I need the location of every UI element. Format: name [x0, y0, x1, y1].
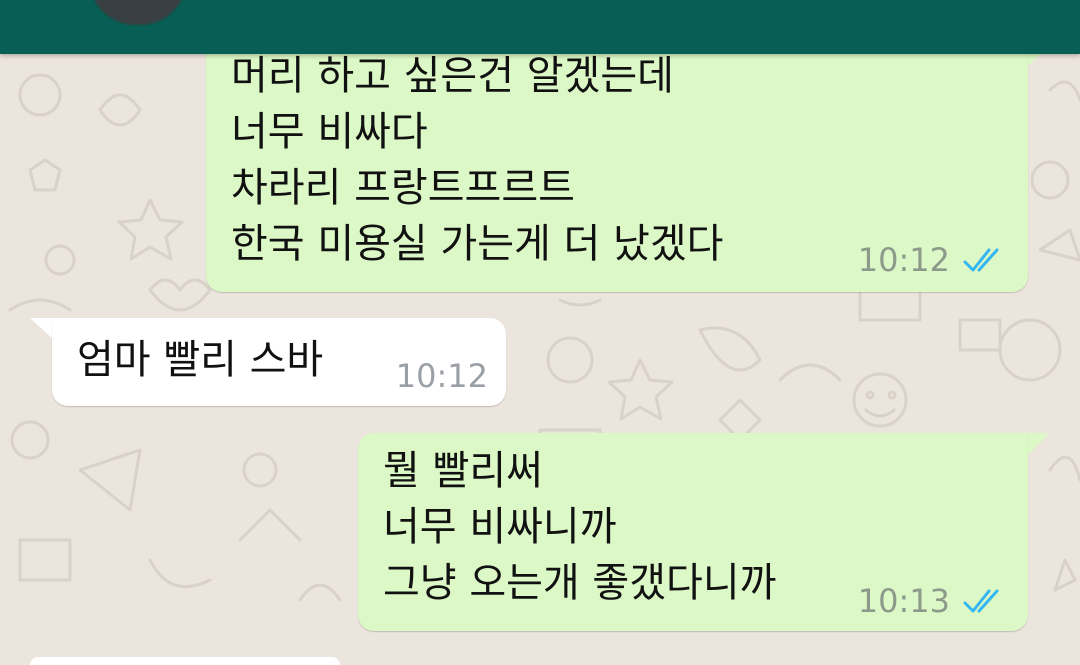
- message-text-line: 너무 비싸다: [231, 109, 428, 155]
- double-check-read-icon: [963, 248, 999, 272]
- message-text-line: 차라리 프랑트프르트: [231, 165, 575, 211]
- message-meta: 10:12: [858, 242, 1006, 278]
- double-check-read-icon: [963, 589, 999, 613]
- message-text-line: 엄마 빨리 스바: [77, 337, 324, 383]
- chat-header: [0, 0, 1080, 54]
- bubble-tail: [1028, 433, 1050, 455]
- outgoing-message[interactable]: 뭘 빨리써 너무 비싸니까 그냥 오는개 좋갰다니까 10:13: [358, 433, 1028, 631]
- message-meta: 10:13: [858, 583, 1006, 619]
- contact-avatar[interactable]: [88, 0, 188, 26]
- message-text-line: 한국 미용실 가는게 더 났겠다: [231, 221, 724, 267]
- message-timestamp: 10:13: [857, 582, 950, 620]
- message-text-line: 머리 하고 싶은건 알겠는데: [231, 53, 674, 99]
- message-meta: 10:12: [396, 358, 488, 394]
- incoming-message[interactable]: 엄마 빨리 스바 10:12: [52, 318, 506, 406]
- message-timestamp: 10:12: [395, 357, 488, 395]
- message-text-line: 너무 비싸니까: [383, 504, 617, 550]
- bubble-tail: [30, 318, 54, 340]
- message-text-line: 뭘 빨리써: [383, 448, 543, 494]
- message-timestamp: 10:12: [857, 241, 950, 279]
- incoming-message-partial[interactable]: [30, 657, 340, 665]
- message-text-line: 그냥 오는개 좋갰다니까: [383, 560, 777, 606]
- outgoing-message[interactable]: 머리 하고 싶은건 알겠는데 너무 비싸다 차라리 프랑트프르트 한국 미용실 …: [206, 38, 1028, 292]
